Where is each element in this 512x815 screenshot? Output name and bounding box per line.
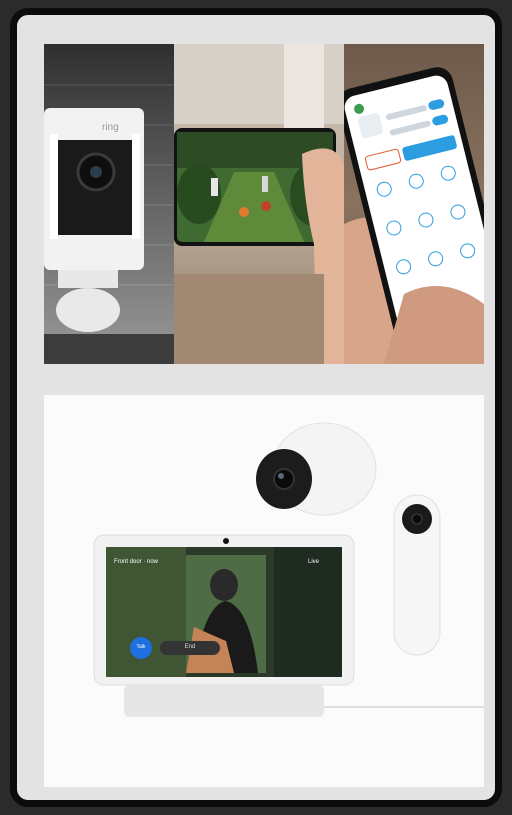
ring-app-phone-illustration (344, 67, 484, 364)
bottom-product-photo: Front door · now Live Talk End (44, 395, 484, 787)
talk-button: Talk (136, 644, 146, 650)
display-side-label: Live (308, 559, 320, 565)
floodlight-camera-illustration (44, 108, 174, 364)
ring-logo: ring (102, 122, 119, 133)
backyard-phone-photo (174, 44, 344, 364)
ring-app-phone-photo (344, 44, 484, 364)
floodlight-camera-photo: ring (44, 44, 174, 364)
end-button: End (184, 644, 196, 650)
phone-live-view-illustration (174, 44, 344, 364)
top-photo-collage: ring (44, 44, 484, 364)
nest-products-illustration (93, 422, 484, 717)
display-caption: Front door · now (114, 559, 159, 565)
